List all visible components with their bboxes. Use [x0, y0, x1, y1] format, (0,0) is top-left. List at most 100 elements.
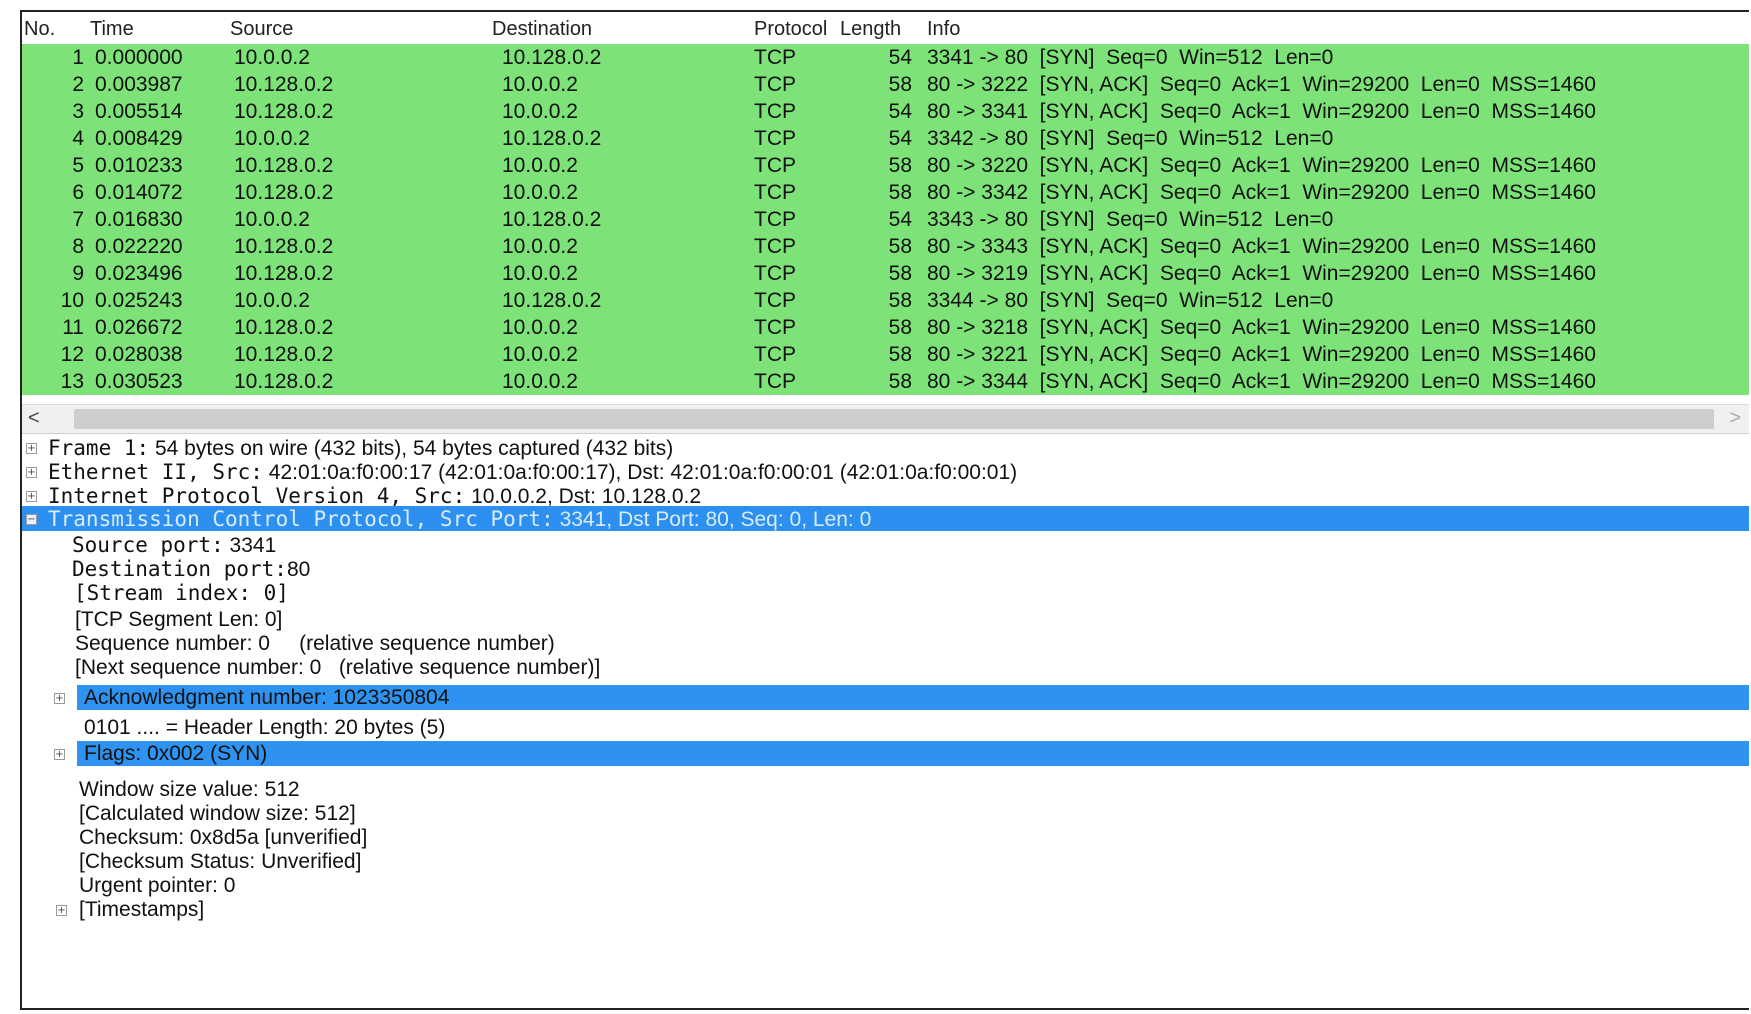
tree-item-ethernet[interactable]: + Ethernet II, Src: 42:01:0a:f0:00:17 (4…	[22, 458, 1749, 485]
cell-length: 58	[888, 181, 912, 204]
cell-destination: 10.0.0.2	[502, 154, 578, 177]
cell-protocol: TCP	[754, 262, 796, 285]
tree-item-segment-len[interactable]: [TCP Segment Len: 0]	[22, 606, 1749, 633]
cell-length: 58	[888, 343, 912, 366]
expand-plus-icon[interactable]: +	[54, 749, 65, 760]
tcp-summary: 3341, Dst Port: 80, Seq: 0, Len: 0	[553, 508, 872, 531]
tree-item-sequence-number[interactable]: Sequence number: 0 (relative sequence nu…	[22, 630, 1749, 657]
column-header-destination[interactable]: Destination	[492, 18, 592, 41]
wireshark-window: No. Time Source Destination Protocol Len…	[20, 10, 1749, 1010]
ip-summary: 10.0.0.2, Dst: 10.128.0.2	[465, 485, 702, 508]
tree-item-checksum-status[interactable]: [Checksum Status: Unverified]	[22, 848, 1749, 875]
packet-row[interactable]: 13 0.030523 10.128.0.2 10.0.0.2 TCP 58 80 -> 3…	[22, 368, 1749, 395]
cell-no: 5	[72, 154, 84, 177]
packet-row[interactable]: 7 0.016830 10.0.0.2 10.128.0.2 TCP 54 3343 -> …	[22, 206, 1749, 233]
cell-time: 0.023496	[95, 262, 183, 285]
packet-row[interactable]: 6 0.014072 10.128.0.2 10.0.0.2 TCP 58 80 -> 33…	[22, 179, 1749, 206]
tree-item-header-length[interactable]: 0101 .... = Header Length: 20 bytes (5)	[22, 714, 1749, 741]
tree-item-checksum[interactable]: Checksum: 0x8d5a [unverified]	[22, 824, 1749, 851]
packet-row[interactable]: 2 0.003987 10.128.0.2 10.0.0.2 TCP 58 80 -> 32…	[22, 71, 1749, 98]
cell-destination: 10.0.0.2	[502, 262, 578, 285]
tree-item-tcp[interactable]: − Transmission Control Protocol, Src Por…	[22, 506, 1749, 531]
expand-plus-icon[interactable]: +	[26, 443, 37, 454]
packet-row[interactable]: 3 0.005514 10.128.0.2 10.0.0.2 TCP 54 80 -> 33…	[22, 98, 1749, 125]
cell-info: 80 -> 3222 [SYN, ACK] Seq=0 Ack=1 Win=29…	[927, 73, 1596, 96]
urgent-pointer-text: Urgent pointer: 0	[79, 874, 236, 897]
tree-item-ack-number[interactable]: + Acknowledgment number: 1023350804	[22, 685, 1749, 710]
cell-info: 80 -> 3221 [SYN, ACK] Seq=0 Ack=1 Win=29…	[927, 343, 1596, 366]
cell-destination: 10.0.0.2	[502, 181, 578, 204]
header-length-text: 0101 .... = Header Length: 20 bytes (5)	[84, 716, 446, 739]
tree-item-timestamps[interactable]: + [Timestamps]	[22, 896, 1749, 923]
cell-source: 10.128.0.2	[234, 181, 334, 204]
frame-summary: 54 bytes on wire (432 bits), 54 bytes ca…	[149, 437, 674, 460]
cell-no: 2	[72, 73, 84, 96]
sequence-number-text: Sequence number: 0 (relative sequence nu…	[75, 632, 555, 655]
cell-length: 58	[888, 370, 912, 393]
cell-info: 80 -> 3341 [SYN, ACK] Seq=0 Ack=1 Win=29…	[927, 100, 1596, 123]
cell-no: 12	[60, 343, 84, 366]
cell-time: 0.003987	[95, 73, 183, 96]
cell-time: 0.016830	[95, 208, 183, 231]
cell-destination: 10.0.0.2	[502, 235, 578, 258]
cell-no: 9	[72, 262, 84, 285]
packet-row[interactable]: 10 0.025243 10.0.0.2 10.128.0.2 TCP 58 3344 ->…	[22, 287, 1749, 314]
tree-item-ip[interactable]: + Internet Protocol Version 4, Src: 10.0…	[22, 482, 1749, 509]
cell-source: 10.0.0.2	[234, 127, 310, 150]
source-port-value: 3341	[223, 534, 277, 557]
cell-length: 54	[888, 100, 912, 123]
tree-item-next-sequence[interactable]: [Next sequence number: 0 (relative seque…	[22, 654, 1749, 681]
column-header-time[interactable]: Time	[90, 18, 134, 41]
cell-protocol: TCP	[754, 181, 796, 204]
packet-rows: 1 0.000000 10.0.0.2 10.128.0.2 TCP 54 3341 -> …	[22, 44, 1749, 395]
cell-time: 0.014072	[95, 181, 183, 204]
tree-item-calculated-window[interactable]: [Calculated window size: 512]	[22, 800, 1749, 827]
scroll-right-arrow-icon[interactable]: >	[1729, 407, 1741, 430]
column-header-source[interactable]: Source	[230, 18, 293, 41]
window-size-text: Window size value: 512	[79, 778, 300, 801]
tree-item-source-port[interactable]: Source port: 3341	[22, 531, 1749, 558]
stream-index-text: [Stream index: 0]	[74, 581, 289, 605]
tree-item-stream-index[interactable]: [Stream index: 0]	[22, 579, 1749, 606]
scroll-left-arrow-icon[interactable]: <	[28, 407, 40, 430]
cell-destination: 10.0.0.2	[502, 343, 578, 366]
column-header-length[interactable]: Length	[840, 18, 901, 41]
tree-item-destination-port[interactable]: Destination port:80	[22, 555, 1749, 582]
packet-row[interactable]: 12 0.028038 10.128.0.2 10.0.0.2 TCP 58 80 -> 3…	[22, 341, 1749, 368]
tree-item-frame[interactable]: + Frame 1: 54 bytes on wire (432 bits), …	[22, 434, 1749, 461]
packet-row[interactable]: 4 0.008429 10.0.0.2 10.128.0.2 TCP 54 3342 -> …	[22, 125, 1749, 152]
tree-item-window-size[interactable]: Window size value: 512	[22, 776, 1749, 803]
collapse-minus-icon[interactable]: −	[26, 514, 37, 525]
tree-item-urgent-pointer[interactable]: Urgent pointer: 0	[22, 872, 1749, 899]
column-header-no[interactable]: No.	[24, 18, 55, 41]
expand-plus-icon[interactable]: +	[26, 467, 37, 478]
expand-plus-icon[interactable]: +	[54, 693, 65, 704]
column-header-protocol[interactable]: Protocol	[754, 18, 827, 41]
cell-time: 0.025243	[95, 289, 183, 312]
cell-info: 3344 -> 80 [SYN] Seq=0 Win=512 Len=0	[927, 289, 1334, 312]
destination-port-value: 80	[286, 558, 311, 581]
cell-no: 3	[72, 100, 84, 123]
cell-info: 80 -> 3343 [SYN, ACK] Seq=0 Ack=1 Win=29…	[927, 235, 1596, 258]
cell-source: 10.128.0.2	[234, 235, 334, 258]
scrollbar-thumb[interactable]	[74, 409, 1714, 429]
packet-list-horizontal-scrollbar[interactable]: < >	[22, 404, 1749, 434]
cell-no: 1	[72, 46, 84, 69]
packet-row[interactable]: 1 0.000000 10.0.0.2 10.128.0.2 TCP 54 3341 -> …	[22, 44, 1749, 71]
packet-row[interactable]: 8 0.022220 10.128.0.2 10.0.0.2 TCP 58 80 -> 33…	[22, 233, 1749, 260]
packet-row[interactable]: 9 0.023496 10.128.0.2 10.0.0.2 TCP 58 80 -> 32…	[22, 260, 1749, 287]
cell-no: 8	[72, 235, 84, 258]
column-header-info[interactable]: Info	[927, 18, 960, 41]
segment-len-text: [TCP Segment Len: 0]	[75, 608, 283, 631]
expand-plus-icon[interactable]: +	[56, 905, 67, 916]
expand-plus-icon[interactable]: +	[26, 491, 37, 502]
packet-row[interactable]: 11 0.026672 10.128.0.2 10.0.0.2 TCP 58 80 -> 3…	[22, 314, 1749, 341]
cell-source: 10.128.0.2	[234, 343, 334, 366]
cell-no: 6	[72, 181, 84, 204]
cell-protocol: TCP	[754, 46, 796, 69]
ack-number-text: Acknowledgment number: 1023350804	[84, 686, 450, 709]
ip-label: Internet Protocol Version 4, Src:	[48, 484, 466, 508]
packet-row[interactable]: 5 0.010233 10.128.0.2 10.0.0.2 TCP 58 80 -> 32…	[22, 152, 1749, 179]
tree-item-flags[interactable]: + Flags: 0x002 (SYN)	[22, 741, 1749, 766]
cell-protocol: TCP	[754, 100, 796, 123]
